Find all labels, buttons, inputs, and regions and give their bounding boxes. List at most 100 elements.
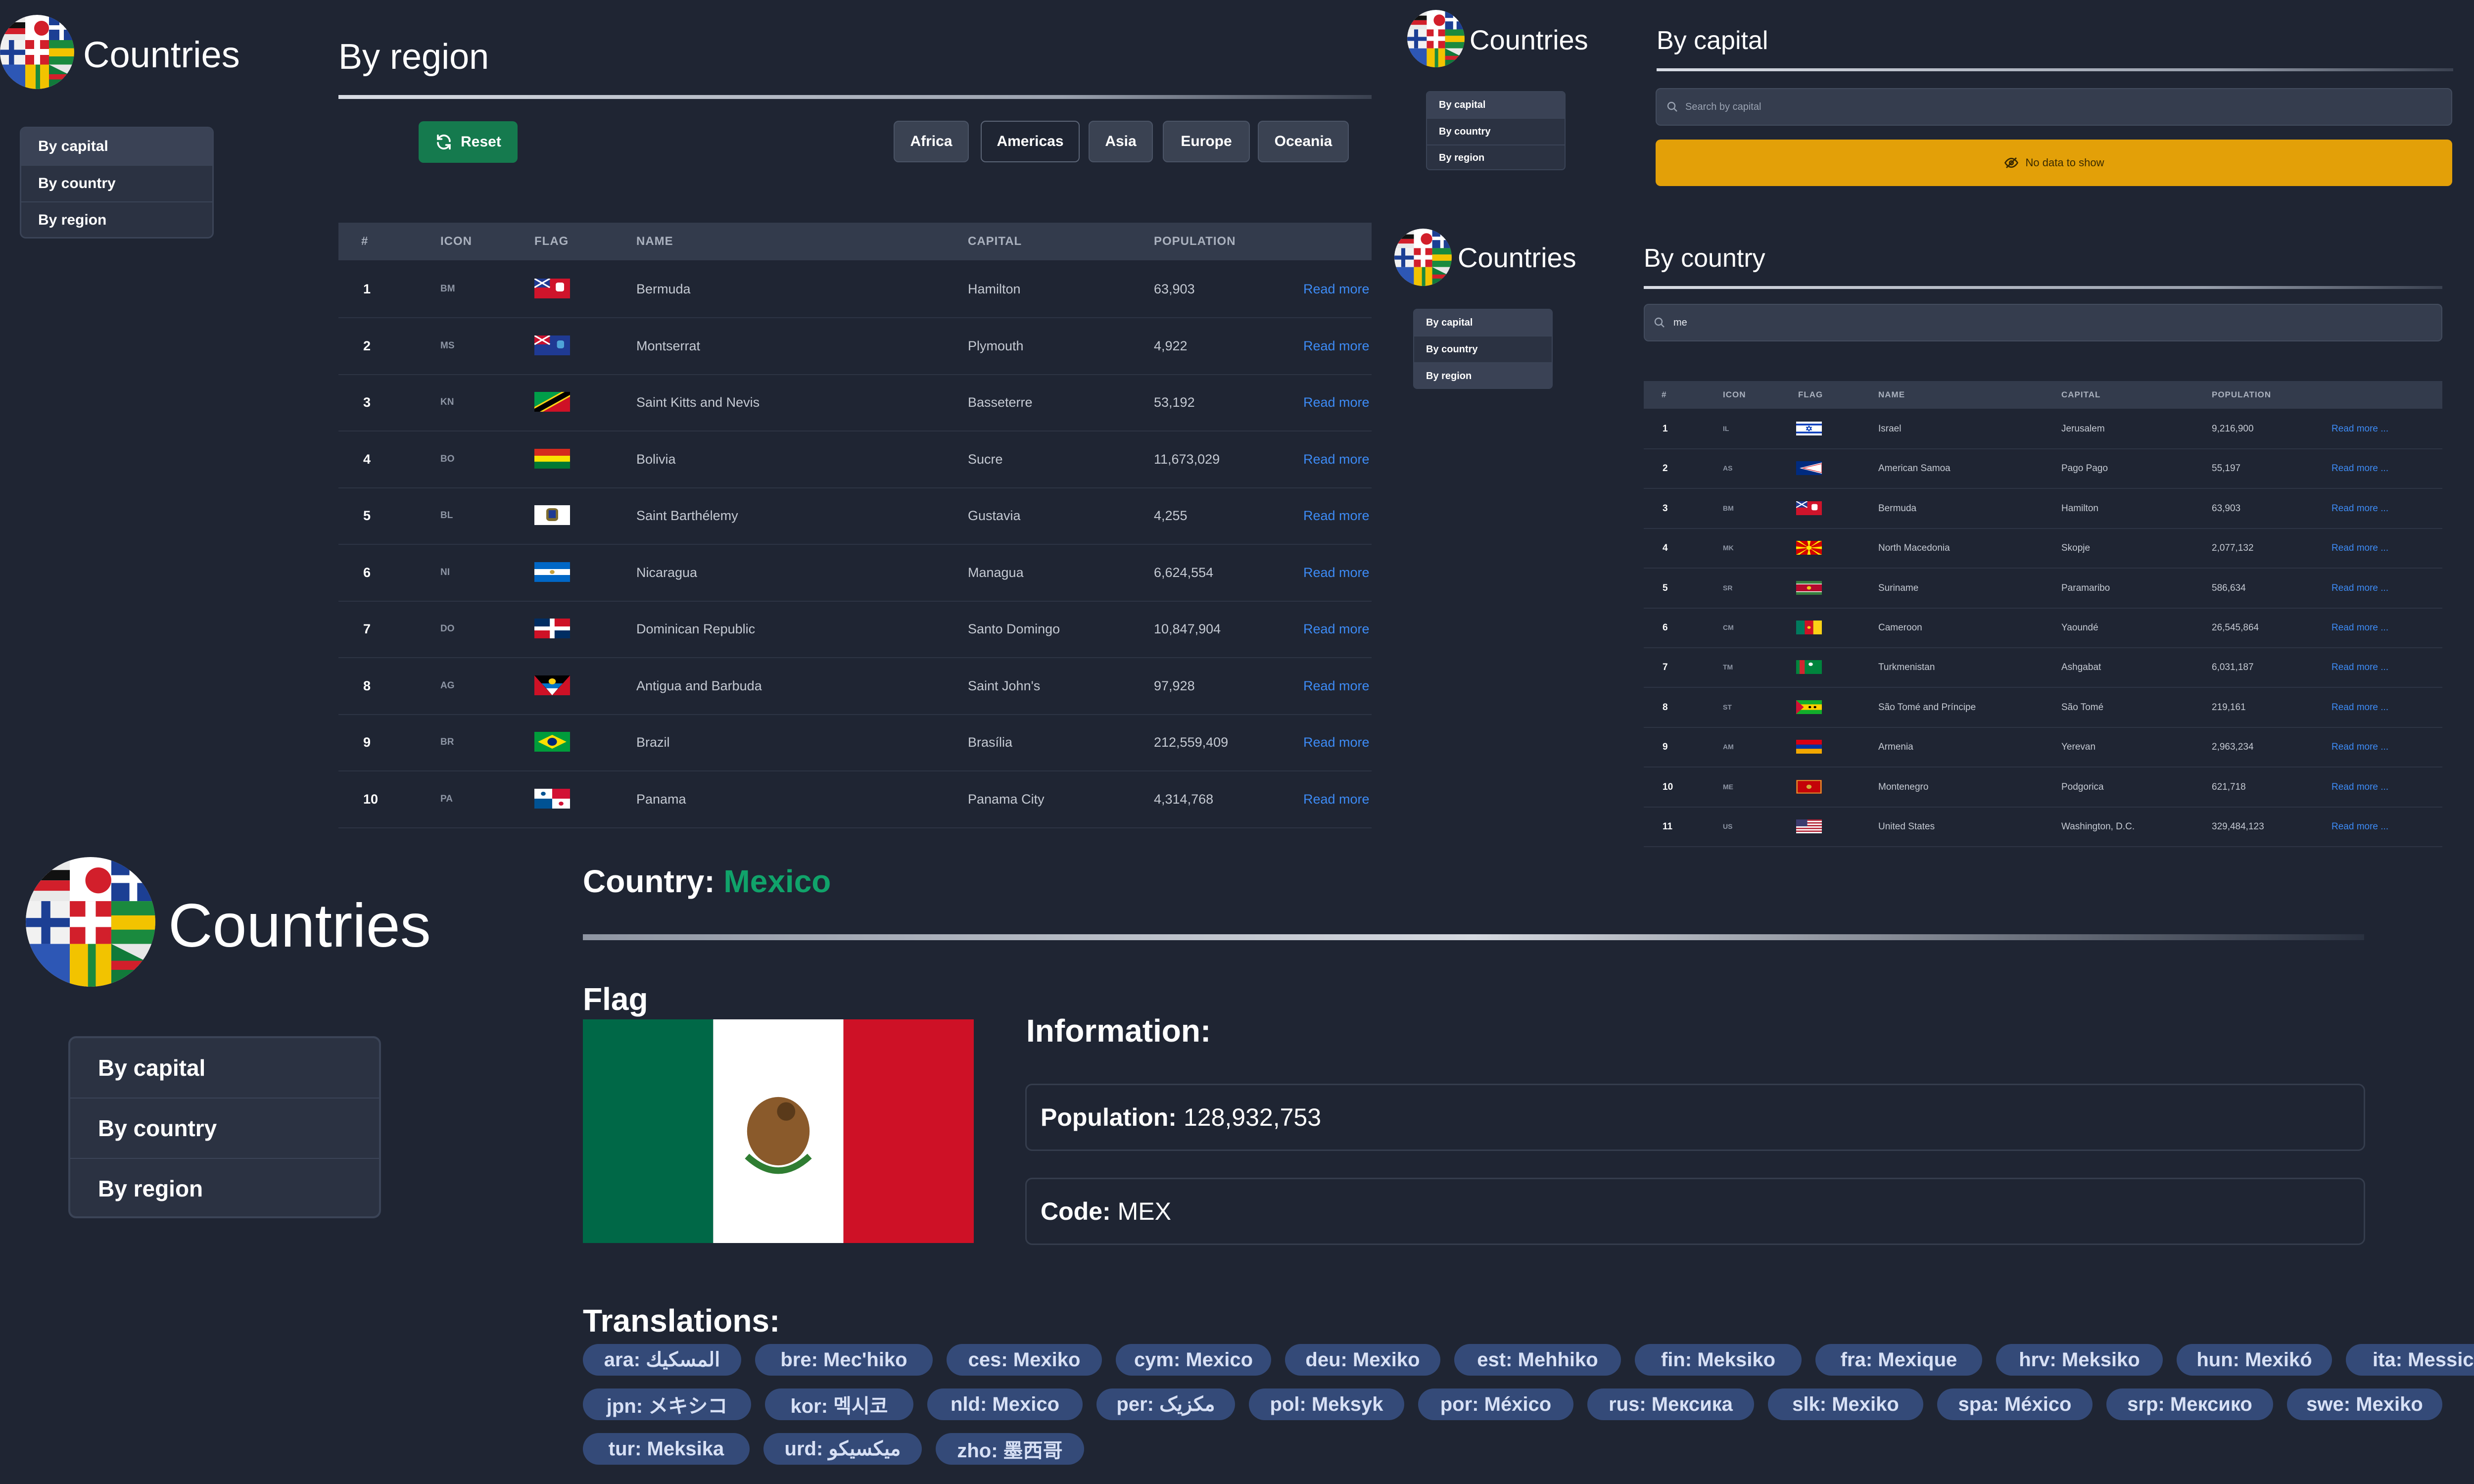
sidebar-item-by-region[interactable]: By region bbox=[1427, 144, 1565, 169]
sidebar-item-by-capital[interactable]: By capital bbox=[1414, 310, 1552, 335]
read-more-link[interactable]: Read more bbox=[1303, 678, 1370, 694]
title-divider bbox=[338, 95, 1372, 99]
info-heading: Information: bbox=[1026, 1013, 1211, 1049]
translation-tag: nld: Mexico bbox=[927, 1388, 1083, 1420]
read-more-link[interactable]: Read more bbox=[1303, 622, 1370, 637]
country-code: AG bbox=[440, 680, 455, 691]
country-name: United States bbox=[1878, 821, 1935, 832]
read-more-link[interactable]: Read more ... bbox=[2331, 782, 2388, 793]
read-more-link[interactable]: Read more bbox=[1303, 565, 1370, 580]
row-number: 3 bbox=[1663, 503, 1668, 514]
detail-title: Country: Mexico bbox=[583, 863, 831, 900]
read-more-link[interactable]: Read more bbox=[1303, 338, 1370, 354]
sidebar-item-by-region[interactable]: By region bbox=[1414, 362, 1552, 388]
country-population: 212,559,409 bbox=[1154, 735, 1229, 750]
country-code: MS bbox=[440, 340, 455, 351]
row-number: 8 bbox=[1663, 702, 1668, 713]
globe-flags-logo bbox=[0, 15, 74, 89]
region-button-europe[interactable]: Europe bbox=[1163, 121, 1250, 162]
refresh-icon bbox=[437, 134, 451, 150]
translation-tag: fin: Meksiko bbox=[1635, 1344, 1802, 1376]
read-more-link[interactable]: Read more bbox=[1303, 452, 1370, 467]
read-more-link[interactable]: Read more bbox=[1303, 735, 1370, 750]
sidebar-item-by-capital[interactable]: By capital bbox=[1427, 92, 1565, 118]
country-flag bbox=[534, 619, 570, 638]
read-more-link[interactable]: Read more bbox=[1303, 395, 1370, 410]
page-title: By region bbox=[338, 37, 489, 77]
code-label: Code: bbox=[1041, 1197, 1111, 1225]
table-row: 11 US United States Washington, D.C. 329,484… bbox=[1644, 807, 2442, 847]
region-button-oceania[interactable]: Oceania bbox=[1258, 121, 1349, 162]
read-more-link[interactable]: Read more bbox=[1303, 282, 1370, 297]
column-header: POPULATION bbox=[1154, 235, 1236, 248]
country-flag bbox=[1796, 422, 1822, 435]
country-code: AM bbox=[1723, 743, 1734, 751]
sidebar-item-by-country[interactable]: By country bbox=[21, 165, 212, 201]
country-name: American Samoa bbox=[1878, 463, 1951, 474]
row-number: 2 bbox=[363, 338, 371, 353]
translation-tag: jpn: メキシコ bbox=[583, 1388, 751, 1420]
country-population: 55,197 bbox=[2212, 463, 2241, 474]
country-name: Nicaragua bbox=[636, 565, 698, 580]
no-data-text: No data to show bbox=[2025, 156, 2104, 169]
country-capital: Jerusalem bbox=[2061, 424, 2105, 434]
country-population: 2,077,132 bbox=[2212, 543, 2254, 553]
table-row: 6 NI Nicaragua Managua 6,624,554 Read more bbox=[338, 544, 1372, 602]
read-more-link[interactable]: Read more ... bbox=[2331, 742, 2388, 753]
sidebar-item-by-capital[interactable]: By capital bbox=[21, 128, 212, 165]
country-name: Brazil bbox=[636, 735, 670, 750]
country-code: BM bbox=[440, 284, 455, 294]
read-more-link[interactable]: Read more ... bbox=[2331, 503, 2388, 514]
app-brand: Countries bbox=[1470, 24, 1588, 55]
reset-button[interactable]: Reset bbox=[419, 121, 518, 163]
sidebar-item-by-capital[interactable]: By capital bbox=[70, 1038, 379, 1098]
translation-tag: pol: Meksyk bbox=[1249, 1388, 1404, 1420]
sidebar-item-by-country[interactable]: By country bbox=[70, 1098, 379, 1158]
row-number: 11 bbox=[1663, 821, 1673, 832]
globe-flags-logo bbox=[1407, 10, 1465, 67]
country-flag bbox=[1796, 700, 1822, 714]
sidebar-item-by-region[interactable]: By region bbox=[70, 1158, 379, 1216]
column-header: # bbox=[361, 235, 369, 248]
table-row: 4 BO Bolivia Sucre 11,673,029 Read more bbox=[338, 431, 1372, 488]
read-more-link[interactable]: Read more ... bbox=[2331, 702, 2388, 713]
country-capital: Yerevan bbox=[2061, 742, 2096, 752]
sidebar-item-by-country[interactable]: By country bbox=[1414, 335, 1552, 362]
population-value: 128,932,753 bbox=[1183, 1103, 1322, 1131]
country-population: 10,847,904 bbox=[1154, 622, 1221, 636]
sidebar-item-by-region[interactable]: By region bbox=[21, 201, 212, 237]
read-more-link[interactable]: Read more ... bbox=[2331, 463, 2388, 474]
region-button-americas[interactable]: Americas bbox=[981, 121, 1080, 162]
country-search-field[interactable]: me bbox=[1644, 304, 2442, 341]
sidebar-item-by-country[interactable]: By country bbox=[1427, 118, 1565, 144]
country-flag bbox=[1796, 660, 1822, 674]
read-more-link[interactable]: Read more ... bbox=[2331, 662, 2388, 673]
country-name: Bolivia bbox=[636, 452, 676, 467]
country-population: 2,963,234 bbox=[2212, 742, 2254, 752]
read-more-link[interactable]: Read more bbox=[1303, 508, 1370, 524]
country-flag bbox=[1796, 581, 1822, 595]
read-more-link[interactable]: Read more ... bbox=[2331, 583, 2388, 594]
country-flag bbox=[1796, 501, 1822, 515]
flag-heading: Flag bbox=[583, 981, 648, 1017]
country-code: SR bbox=[1723, 584, 1733, 592]
country-name: Montenegro bbox=[1878, 782, 1929, 792]
table-row: 5 BL Saint Barthélemy Gustavia 4,255 Read mor… bbox=[338, 487, 1372, 545]
read-more-link[interactable]: Read more ... bbox=[2331, 821, 2388, 832]
region-button-africa[interactable]: Africa bbox=[894, 121, 969, 162]
translations-heading: Translations: bbox=[583, 1303, 780, 1339]
capital-search-field[interactable]: Search by capital bbox=[1656, 88, 2452, 126]
translation-tag: slk: Mexiko bbox=[1768, 1388, 1923, 1420]
country-name: Saint Barthélemy bbox=[636, 508, 738, 523]
translation-tag: ita: Messico bbox=[2346, 1344, 2474, 1376]
column-header: CAPITAL bbox=[968, 235, 1022, 248]
read-more-link[interactable]: Read more ... bbox=[2331, 543, 2388, 554]
region-button-asia[interactable]: Asia bbox=[1089, 121, 1153, 162]
title-divider bbox=[583, 934, 2364, 940]
read-more-link[interactable]: Read more ... bbox=[2331, 622, 2388, 633]
translation-tag: ces: Mexiko bbox=[947, 1344, 1102, 1376]
country-population: 6,031,187 bbox=[2212, 662, 2254, 672]
read-more-link[interactable]: Read more bbox=[1303, 792, 1370, 807]
table-row: 2 MS Montserrat Plymouth 4,922 Read more bbox=[338, 317, 1372, 375]
read-more-link[interactable]: Read more ... bbox=[2331, 424, 2388, 434]
